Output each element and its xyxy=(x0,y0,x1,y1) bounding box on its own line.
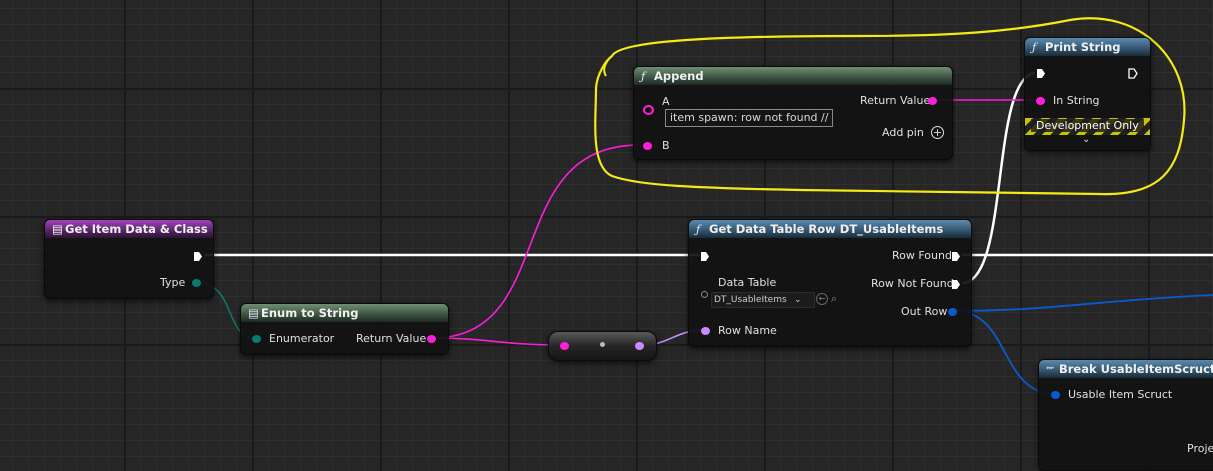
in-string-pin[interactable] xyxy=(1036,97,1045,105)
node-header: ƒ Print String xyxy=(1025,38,1150,56)
exec-out-pin[interactable] xyxy=(193,251,203,262)
function-icon: ƒ xyxy=(1032,40,1037,54)
function-icon: ▤ xyxy=(52,222,63,236)
node-title: Enum to String xyxy=(261,306,359,320)
node-header: ƒ Get Data Table Row DT_UsableItems xyxy=(689,220,971,238)
development-only-label: Development Only xyxy=(1031,119,1144,132)
type-pin[interactable] xyxy=(192,279,201,287)
enumerator-pin-label: Enumerator xyxy=(269,332,335,345)
node-break-struct[interactable]: ⇜ Break UsableItemScruct Usable Item Scr… xyxy=(1038,359,1213,471)
data-table-label: Data Table xyxy=(718,276,777,289)
struct-wire-right xyxy=(954,294,1213,312)
pin-b-label: B xyxy=(662,139,670,152)
struct-input-label: Usable Item Scruct xyxy=(1068,388,1173,401)
browse-arrow-icon[interactable]: ← xyxy=(816,293,828,305)
in-string-label: In String xyxy=(1053,94,1100,107)
add-pin-label[interactable]: Add pin xyxy=(882,126,924,139)
convert-dot xyxy=(600,342,605,347)
exec-in-pin[interactable] xyxy=(1036,68,1046,79)
row-not-found-pin[interactable] xyxy=(951,279,961,290)
row-found-label: Row Found xyxy=(892,249,952,262)
function-icon: ƒ xyxy=(641,69,646,83)
break-struct-icon: ⇜ xyxy=(1046,363,1055,374)
row-found-pin[interactable] xyxy=(951,251,961,262)
enumerator-pin[interactable] xyxy=(252,335,261,343)
pin-a-label: A xyxy=(662,95,670,108)
data-table-select[interactable]: DT_UsableItems ⌄ xyxy=(711,292,815,308)
node-title: Print String xyxy=(1045,40,1121,54)
node-get-item-data[interactable]: ▤ Get Item Data & Class Type xyxy=(44,219,214,299)
type-pin-label: Type xyxy=(160,276,186,289)
node-header: ƒ Append xyxy=(634,67,952,85)
pin-a[interactable] xyxy=(643,105,654,115)
node-convert[interactable] xyxy=(548,331,657,361)
pin-a-text-input[interactable]: item spawn: row not found // xyxy=(665,109,834,127)
function-icon: ▤ xyxy=(248,306,259,320)
node-header: ▤ Get Item Data & Class xyxy=(45,220,213,238)
add-pin-icon[interactable]: + xyxy=(931,126,944,139)
data-table-value: DT_UsableItems xyxy=(714,295,787,305)
chevron-down-icon: ⌄ xyxy=(794,295,802,305)
node-header: ⇜ Break UsableItemScruct xyxy=(1039,360,1213,378)
row-name-label: Row Name xyxy=(718,324,777,337)
node-header: ▤ Enum to String xyxy=(241,304,448,322)
development-only-banner: Development Only xyxy=(1025,118,1150,135)
output-label-partial: Proje xyxy=(1187,442,1213,455)
search-icon[interactable]: ⌕ xyxy=(831,292,837,306)
chevron-down-icon[interactable]: ⌄ xyxy=(1082,134,1090,145)
string-wire-to-convert xyxy=(431,337,564,346)
pin-b[interactable] xyxy=(643,142,652,150)
out-row-label: Out Row xyxy=(901,305,948,318)
return-value-pin[interactable] xyxy=(928,97,937,105)
exec-out-pin[interactable] xyxy=(1128,68,1138,79)
convert-in-pin[interactable] xyxy=(560,342,569,350)
data-table-asset-icon xyxy=(701,291,708,298)
out-row-pin[interactable] xyxy=(948,308,957,316)
node-title: Get Data Table Row DT_UsableItems xyxy=(709,222,944,236)
row-name-pin[interactable] xyxy=(701,327,710,335)
return-value-label: Return Value xyxy=(356,332,427,345)
node-enum-to-string[interactable]: ▤ Enum to String Enumerator Return Value xyxy=(240,303,449,355)
function-icon: ƒ xyxy=(696,222,701,236)
return-value-label: Return Value xyxy=(860,94,931,107)
struct-input-pin[interactable] xyxy=(1051,391,1060,399)
convert-out-pin[interactable] xyxy=(635,342,644,350)
node-title: Append xyxy=(654,69,704,83)
node-title: Get Item Data & Class xyxy=(65,222,208,236)
node-get-data-table-row[interactable]: ƒ Get Data Table Row DT_UsableItems Row … xyxy=(688,219,972,347)
exec-in-pin[interactable] xyxy=(700,251,710,262)
row-not-found-label: Row Not Found xyxy=(871,277,954,290)
node-title: Break UsableItemScruct xyxy=(1059,362,1213,376)
node-append[interactable]: ƒ Append A item spawn: row not found // … xyxy=(633,66,953,160)
string-wire-to-append xyxy=(431,144,641,339)
return-value-pin[interactable] xyxy=(427,335,436,343)
node-print-string[interactable]: ƒ Print String In String Development Onl… xyxy=(1024,37,1151,151)
